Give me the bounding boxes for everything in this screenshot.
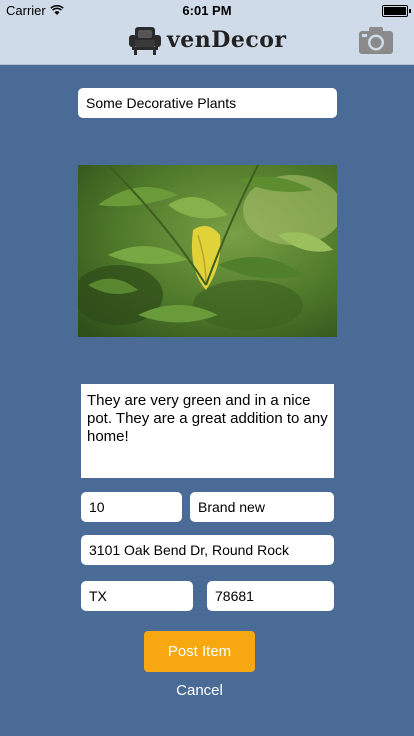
description-textarea[interactable]: They are very green and in a nice pot. T… [81, 384, 334, 478]
cancel-button[interactable]: Cancel [144, 682, 255, 699]
battery-icon [382, 5, 411, 17]
app-title: venDecor [167, 27, 287, 53]
app-brand: venDecor [127, 24, 287, 56]
status-bar: Carrier 6:01 PM [0, 0, 414, 20]
state-input[interactable]: TX [81, 581, 193, 611]
armchair-icon [129, 27, 161, 55]
clock: 6:01 PM [182, 3, 232, 18]
item-photo[interactable] [78, 165, 337, 337]
zip-input[interactable]: 78681 [207, 581, 334, 611]
plant-photo [78, 165, 337, 337]
condition-input[interactable]: Brand new [190, 492, 334, 522]
address-input[interactable]: 3101 Oak Bend Dr, Round Rock [81, 535, 334, 565]
nav-bar: venDecor [0, 20, 414, 65]
post-item-button[interactable]: Post Item [144, 631, 255, 672]
camera-icon [359, 27, 393, 54]
camera-button[interactable] [358, 25, 394, 55]
price-input[interactable]: 10 [81, 492, 182, 522]
item-title-input[interactable]: Some Decorative Plants [78, 88, 337, 118]
